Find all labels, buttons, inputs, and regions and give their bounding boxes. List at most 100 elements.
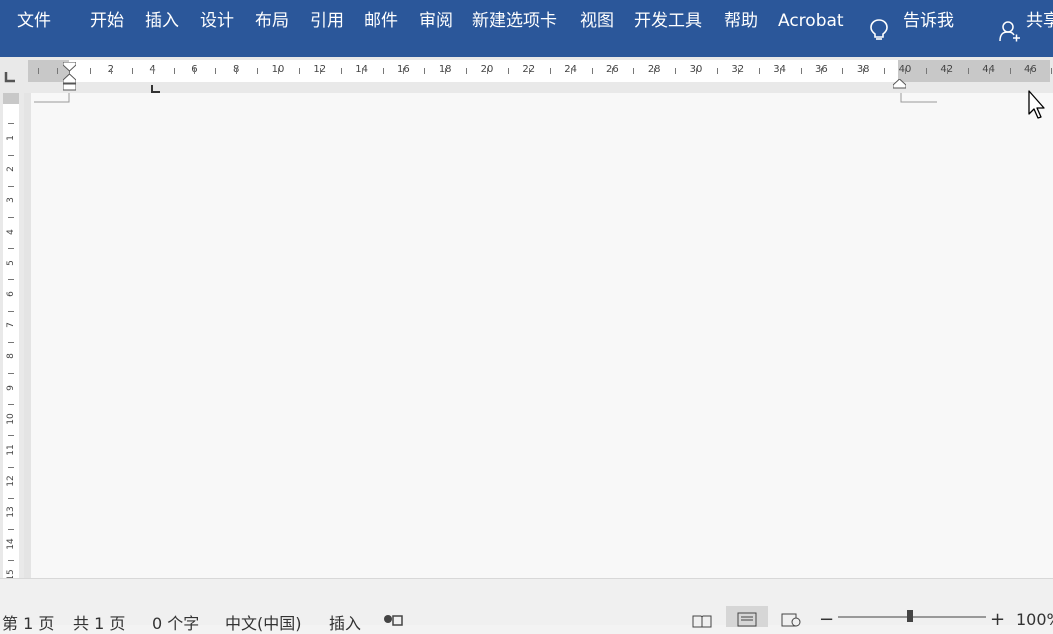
vertical-ruler-number: 2 xyxy=(6,161,16,177)
ruler-tick xyxy=(90,68,91,74)
vertical-ruler[interactable]: 123456789101112131415 xyxy=(0,93,24,578)
status-total-pages: 共 1 页 xyxy=(73,610,125,634)
ruler-tick xyxy=(341,68,342,74)
ruler-tick xyxy=(633,68,634,74)
ruler-tick xyxy=(466,68,467,74)
vertical-ruler-number: 8 xyxy=(6,348,16,364)
ruler-tick xyxy=(1030,68,1031,74)
share-button[interactable]: 共享 xyxy=(1026,10,1053,32)
web-layout-view-icon[interactable] xyxy=(781,612,801,631)
vertical-ruler-tick xyxy=(8,186,14,187)
ruler-tick xyxy=(383,68,384,74)
ruler-tick xyxy=(989,68,990,74)
vertical-ruler-tick xyxy=(8,342,14,343)
status-language[interactable]: 中文(中国) xyxy=(225,610,302,634)
tab-references[interactable]: 引用 xyxy=(310,10,344,32)
ruler-tick xyxy=(675,68,676,74)
ruler-tick xyxy=(696,68,697,74)
ruler-tick xyxy=(403,68,404,74)
horizontal-ruler-row: 2468101214161820222426283032343638404244… xyxy=(0,57,1053,93)
tab-developer[interactable]: 开发工具 xyxy=(634,10,702,32)
right-indent-marker[interactable] xyxy=(893,74,906,93)
ruler-tick xyxy=(320,68,321,74)
status-page[interactable]: 第 1 页 xyxy=(2,610,54,634)
vertical-ruler-number: 5 xyxy=(6,255,16,271)
ruler-tick xyxy=(654,68,655,74)
ruler-tick xyxy=(299,68,300,74)
vertical-ruler-tick xyxy=(8,373,14,374)
tab-acrobat[interactable]: Acrobat xyxy=(778,10,844,32)
ruler-tick xyxy=(445,68,446,74)
tell-me-box[interactable]: 告诉我 xyxy=(903,10,954,32)
status-bar: 第 1 页 共 1 页 0 个字 中文(中国) 插入 − + 100% xyxy=(0,578,1053,625)
vertical-ruler-tick xyxy=(8,404,14,405)
ruler-tick xyxy=(132,68,133,74)
crop-marks xyxy=(31,93,1053,133)
status-word-count[interactable]: 0 个字 xyxy=(152,610,199,634)
ruler-tick xyxy=(487,68,488,74)
vertical-ruler-number: 9 xyxy=(6,380,16,396)
tab-stop-selector-icon[interactable] xyxy=(4,68,16,80)
zoom-out-button[interactable]: − xyxy=(819,609,834,630)
vertical-ruler-number: 13 xyxy=(6,504,16,520)
vertical-ruler-tick xyxy=(8,217,14,218)
ruler-tick xyxy=(759,68,760,74)
vertical-ruler-number: 6 xyxy=(6,286,16,302)
tab-help[interactable]: 帮助 xyxy=(724,10,758,32)
tab-home[interactable]: 开始 xyxy=(90,10,124,32)
tab-mailings[interactable]: 邮件 xyxy=(364,10,398,32)
vertical-ruler-number: 14 xyxy=(6,536,16,552)
ruler-tick xyxy=(508,68,509,74)
ruler-tick xyxy=(1051,68,1052,74)
vertical-ruler-number: 12 xyxy=(6,473,16,489)
ruler-tick xyxy=(612,68,613,74)
ruler-tick xyxy=(571,68,572,74)
ruler-tick xyxy=(362,68,363,74)
read-mode-view-icon[interactable] xyxy=(692,613,712,632)
ruler-tick xyxy=(926,68,927,74)
macro-record-icon[interactable] xyxy=(383,612,403,631)
ruler-tick xyxy=(801,68,802,74)
status-insert-mode[interactable]: 插入 xyxy=(329,610,361,634)
zoom-slider-thumb[interactable] xyxy=(907,610,913,622)
vertical-ruler-tick xyxy=(8,435,14,436)
page-edge xyxy=(24,93,31,578)
document-page[interactable] xyxy=(31,93,1053,578)
vertical-ruler-tick xyxy=(8,498,14,499)
vertical-ruler-tick xyxy=(8,248,14,249)
tab-review[interactable]: 审阅 xyxy=(419,10,453,32)
ruler-tick xyxy=(717,68,718,74)
vertical-ruler-tick xyxy=(8,123,14,124)
ruler-tick xyxy=(194,68,195,74)
lightbulb-icon[interactable] xyxy=(869,18,889,42)
zoom-level[interactable]: 100% xyxy=(1016,610,1053,629)
tab-layout[interactable]: 布局 xyxy=(255,10,289,32)
ruler-tick xyxy=(236,68,237,74)
vertical-ruler-number: 3 xyxy=(6,192,16,208)
tab-view[interactable]: 视图 xyxy=(580,10,614,32)
vertical-ruler-top-margin xyxy=(3,93,19,104)
ruler-tick xyxy=(1010,68,1011,74)
vertical-ruler-tick xyxy=(8,311,14,312)
ribbon-tab-bar: 文件 开始 插入 设计 布局 引用 邮件 审阅 新建选项卡 视图 开发工具 帮助… xyxy=(0,0,1053,57)
ruler-tick xyxy=(215,68,216,74)
vertical-ruler-number: 4 xyxy=(6,224,16,240)
tab-file[interactable]: 文件 xyxy=(17,10,51,32)
vertical-ruler-number: 10 xyxy=(6,411,16,427)
vertical-ruler-number: 11 xyxy=(6,442,16,458)
tab-design[interactable]: 设计 xyxy=(200,10,234,32)
vertical-ruler-number: 7 xyxy=(6,317,16,333)
ruler-tick xyxy=(968,68,969,74)
tab-new-tab[interactable]: 新建选项卡 xyxy=(472,10,557,32)
ruler-tick xyxy=(947,68,948,74)
share-person-icon[interactable] xyxy=(999,20,1021,42)
zoom-in-button[interactable]: + xyxy=(990,609,1005,630)
vertical-ruler-tick xyxy=(8,467,14,468)
ruler-tick xyxy=(529,68,530,74)
tab-insert[interactable]: 插入 xyxy=(145,10,179,32)
vertical-ruler-tick xyxy=(8,155,14,156)
ruler-tick xyxy=(592,68,593,74)
hanging-indent-marker[interactable] xyxy=(63,74,76,95)
ruler-tick xyxy=(257,68,258,74)
ruler-tick xyxy=(111,68,112,74)
